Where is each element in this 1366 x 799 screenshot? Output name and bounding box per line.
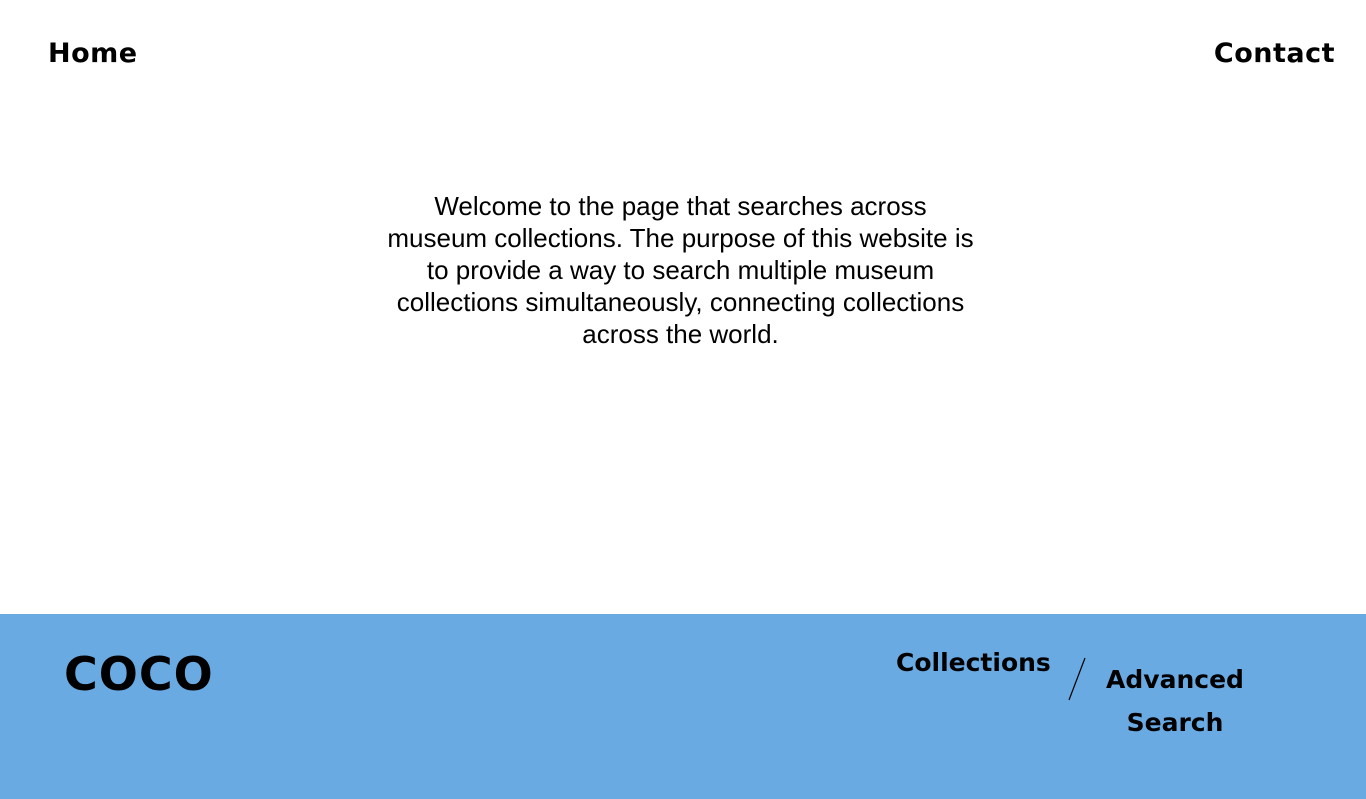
footer-divider: [1068, 657, 1086, 701]
nav-home-link[interactable]: Home: [48, 36, 138, 72]
footer-logo: COCO: [64, 647, 214, 701]
advanced-search-link[interactable]: Advanced Search: [1104, 658, 1246, 744]
nav-contact-link[interactable]: Contact: [1214, 36, 1335, 72]
collections-link[interactable]: Collections: [896, 646, 1051, 680]
intro-text: Welcome to the page that searches across…: [387, 191, 974, 349]
footer: COCO Collections Advanced Search: [0, 614, 1366, 799]
